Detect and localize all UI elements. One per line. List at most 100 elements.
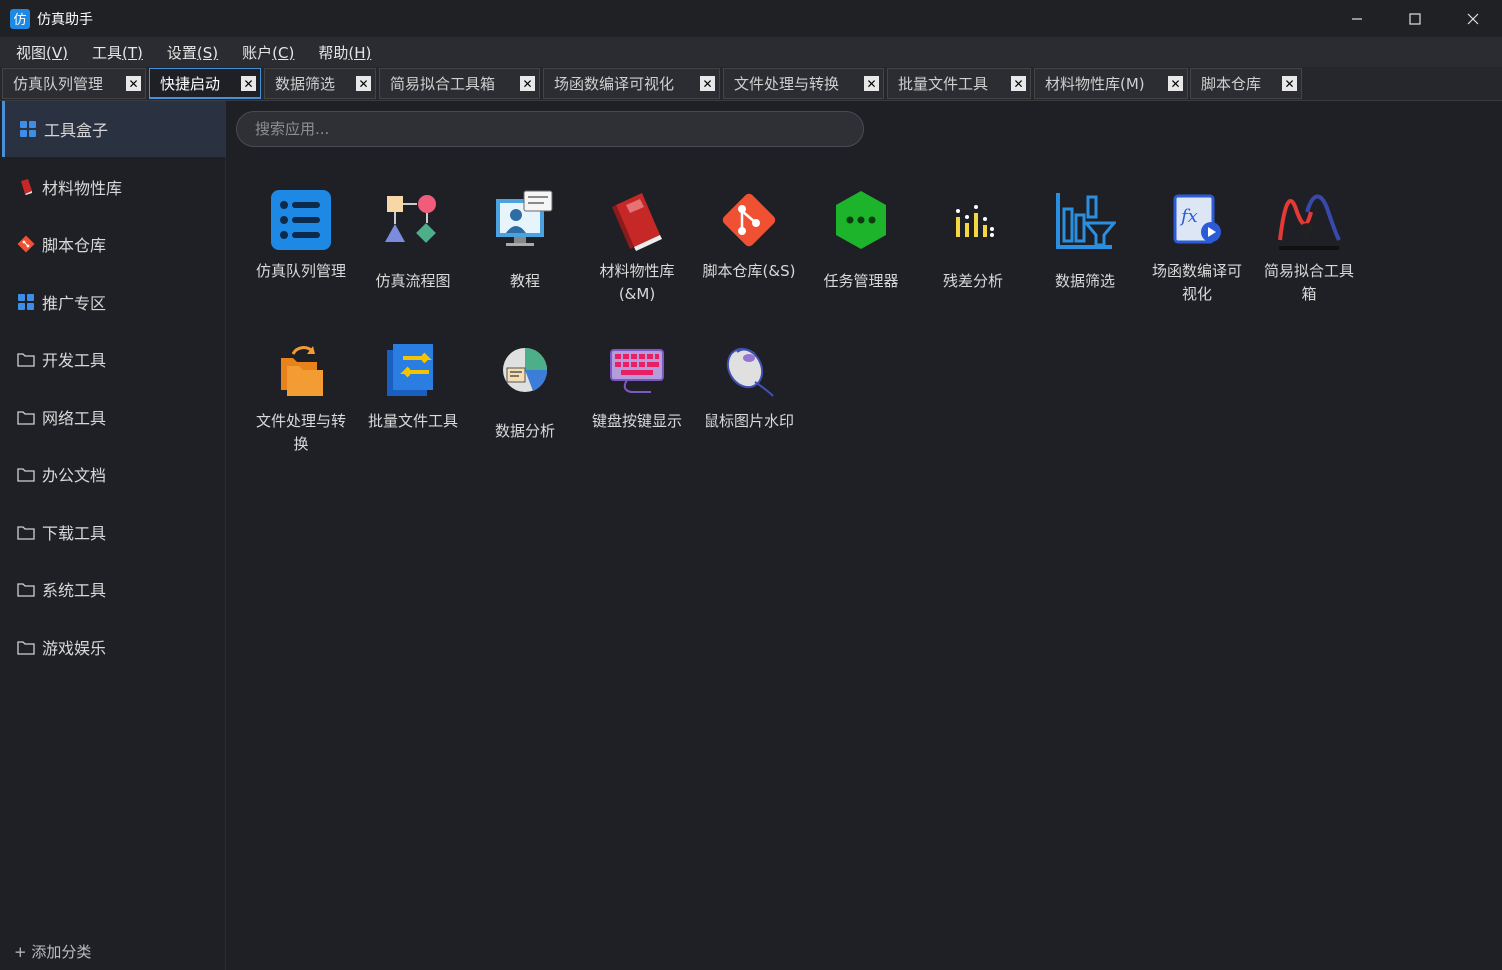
add-category-button[interactable]: + 添加分类 xyxy=(14,941,91,962)
keyboard-icon xyxy=(605,338,669,402)
sidebar-item-label: 工具盒子 xyxy=(44,121,109,140)
tab-close-icon[interactable]: ✕ xyxy=(1282,76,1297,91)
sidebar-item-download-tools[interactable]: 下载工具 xyxy=(2,504,226,560)
book-icon xyxy=(16,177,36,197)
menu-tools[interactable]: 工具(T) xyxy=(92,42,143,63)
app-label: 简易拟合工具箱 xyxy=(1263,262,1354,303)
app-sim-flowchart[interactable]: 仿真流程图 xyxy=(358,188,468,318)
tutorial-icon xyxy=(493,188,557,252)
app-keyboard-display[interactable]: 键盘按键显示 xyxy=(582,338,692,468)
menu-view[interactable]: 视图(V) xyxy=(16,42,68,63)
title-bar[interactable]: 仿 仿真助手 xyxy=(0,0,1502,37)
tab-close-icon[interactable]: ✕ xyxy=(1011,76,1026,91)
app-label: 批量文件工具 xyxy=(367,412,458,430)
menu-view-accel: (V) xyxy=(46,43,68,62)
sidebar-item-label: 脚本仓库 xyxy=(42,236,107,255)
tab-bar: 仿真队列管理 ✕ 快捷启动 ✕ 数据筛选 ✕ 简易拟合工具箱 ✕ 场函数编译可视… xyxy=(0,67,1502,101)
tab-script-repo[interactable]: 脚本仓库 ✕ xyxy=(1190,68,1302,99)
menu-help-accel: (H) xyxy=(348,43,372,62)
sidebar-item-dev-tools[interactable]: 开发工具 xyxy=(2,331,226,387)
task-manager-icon xyxy=(829,188,893,252)
curve-fit-icon: ? xyxy=(1277,188,1341,252)
sidebar: 工具盒子 材料物性库 脚本仓库 推广专区 开发工具 网络工具 办公文档 下载工具… xyxy=(0,101,226,970)
tab-data-filter[interactable]: 数据筛选 ✕ xyxy=(264,68,376,99)
menu-help-label: 帮助 xyxy=(318,43,349,62)
app-sim-queue[interactable]: 仿真队列管理 xyxy=(246,188,356,318)
tab-curve-fit[interactable]: 简易拟合工具箱 ✕ xyxy=(379,68,540,99)
folder-icon xyxy=(16,464,36,484)
data-analysis-icon xyxy=(493,338,557,402)
tab-label: 材料物性库(M) xyxy=(1045,75,1145,93)
tab-quick-launch[interactable]: 快捷启动 ✕ xyxy=(149,68,261,99)
app-label: 场函数编译可视化 xyxy=(1151,262,1242,303)
tab-close-icon[interactable]: ✕ xyxy=(356,76,371,91)
minimize-button[interactable] xyxy=(1328,0,1386,37)
git-icon xyxy=(717,188,781,252)
tab-label: 数据筛选 xyxy=(275,75,336,93)
tab-label: 文件处理与转换 xyxy=(734,75,840,93)
menu-help[interactable]: 帮助(H) xyxy=(318,42,371,63)
app-batch-file[interactable]: 批量文件工具 xyxy=(358,338,468,468)
sidebar-item-system-tools[interactable]: 系统工具 xyxy=(2,561,226,617)
sidebar-item-script-repo[interactable]: 脚本仓库 xyxy=(2,216,226,272)
tab-file-convert[interactable]: 文件处理与转换 ✕ xyxy=(723,68,884,99)
grid-icon xyxy=(16,292,36,312)
field-function-icon: fx xyxy=(1165,188,1229,252)
app-field-function[interactable]: fx 场函数编译可视化 xyxy=(1142,188,1252,318)
tab-material-lib[interactable]: 材料物性库(M) ✕ xyxy=(1034,68,1188,99)
app-data-filter[interactable]: 数据筛选 xyxy=(1030,188,1140,318)
close-button[interactable] xyxy=(1444,0,1502,37)
menu-tools-label: 工具 xyxy=(91,43,122,62)
app-task-manager[interactable]: 任务管理器 xyxy=(806,188,916,318)
tab-label: 简易拟合工具箱 xyxy=(390,75,496,93)
tab-field-function[interactable]: 场函数编译可视化 ✕ xyxy=(543,68,720,99)
app-label: 材料物性库(&M) xyxy=(599,262,675,303)
close-icon xyxy=(1467,13,1479,24)
window-controls xyxy=(1328,0,1502,37)
app-mouse-watermark[interactable]: 鼠标图片水印 xyxy=(694,338,804,468)
git-icon xyxy=(16,234,36,254)
maximize-button[interactable] xyxy=(1386,0,1444,37)
tab-batch-file[interactable]: 批量文件工具 ✕ xyxy=(887,68,1031,99)
app-script-repo[interactable]: 脚本仓库(&S) xyxy=(694,188,804,318)
tab-close-icon[interactable]: ✕ xyxy=(241,76,256,91)
sidebar-item-games[interactable]: 游戏娱乐 xyxy=(2,619,226,675)
app-curve-fit[interactable]: ? 简易拟合工具箱 xyxy=(1254,188,1364,318)
app-material-lib[interactable]: 材料物性库(&M) xyxy=(582,188,692,318)
menu-settings[interactable]: 设置(S) xyxy=(167,42,218,63)
book-icon xyxy=(605,188,669,252)
menu-settings-accel: (S) xyxy=(196,43,219,62)
sidebar-item-network-tools[interactable]: 网络工具 xyxy=(2,389,226,445)
sidebar-item-promo[interactable]: 推广专区 xyxy=(2,274,226,330)
app-label: 教程 xyxy=(509,272,540,290)
folder-icon xyxy=(16,579,36,599)
sidebar-item-office-docs[interactable]: 办公文档 xyxy=(2,446,226,502)
app-data-analysis[interactable]: 数据分析 xyxy=(470,338,580,468)
tab-label: 批量文件工具 xyxy=(898,75,989,93)
tab-close-icon[interactable]: ✕ xyxy=(1168,76,1183,91)
menu-tools-accel: (T) xyxy=(122,43,143,62)
menu-account[interactable]: 账户(C) xyxy=(242,42,294,63)
tab-close-icon[interactable]: ✕ xyxy=(864,76,879,91)
sidebar-item-label: 办公文档 xyxy=(42,466,107,485)
app-tutorial[interactable]: 教程 xyxy=(470,188,580,318)
sidebar-item-toolbox[interactable]: 工具盒子 xyxy=(2,101,226,157)
tab-label: 仿真队列管理 xyxy=(13,75,104,93)
sidebar-item-label: 系统工具 xyxy=(42,581,107,600)
data-filter-icon xyxy=(1053,188,1117,252)
sidebar-item-material-lib[interactable]: 材料物性库 xyxy=(2,159,226,215)
tab-close-icon[interactable]: ✕ xyxy=(126,76,141,91)
search-input[interactable] xyxy=(236,111,864,147)
tab-close-icon[interactable]: ✕ xyxy=(700,76,715,91)
mouse-icon xyxy=(717,338,781,402)
tab-close-icon[interactable]: ✕ xyxy=(520,76,535,91)
maximize-icon xyxy=(1409,12,1421,25)
app-label: 鼠标图片水印 xyxy=(703,412,794,430)
sidebar-item-label: 网络工具 xyxy=(42,409,107,428)
tab-sim-queue[interactable]: 仿真队列管理 ✕ xyxy=(2,68,146,99)
minimize-icon xyxy=(1352,17,1362,20)
batch-file-icon xyxy=(381,338,445,402)
app-residual-analysis[interactable]: 残差分析 xyxy=(918,188,1028,318)
app-file-convert[interactable]: 文件处理与转换 xyxy=(246,338,356,468)
folder-icon xyxy=(16,522,36,542)
